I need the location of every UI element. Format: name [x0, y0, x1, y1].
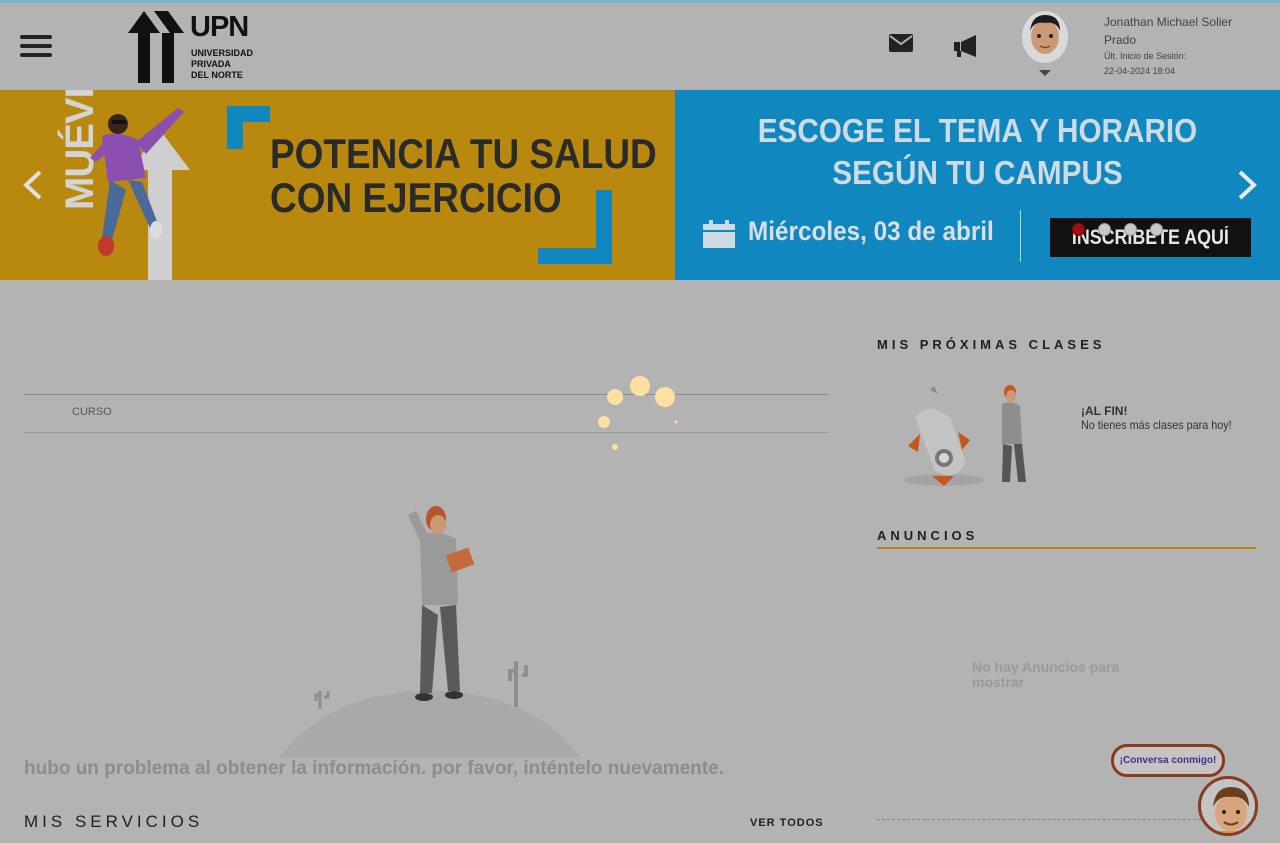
- decor-corner-bottom: [538, 190, 612, 264]
- carousel-dot[interactable]: [1098, 223, 1111, 236]
- banner-slide-left[interactable]: MUÉVETE POTENCIA TU SALUD CON EJERCICIO: [0, 90, 675, 280]
- calendar-icon: [703, 220, 735, 248]
- decor-corner-top: [227, 106, 270, 149]
- header: UPN UNIVERSIDAD PRIVADA DEL NORTE Jonath…: [0, 3, 1280, 90]
- logo-subtext: UNIVERSIDAD PRIVADA DEL NORTE: [191, 48, 254, 80]
- announcements-title: ANUNCIOS: [877, 528, 979, 543]
- section-divider: [877, 819, 1256, 820]
- services-title: MIS SERVICIOS: [24, 812, 204, 831]
- carousel-dots: [1072, 223, 1176, 241]
- no-announcements-text: No hay Anuncios para mostrar: [972, 659, 1120, 690]
- announcements-underline: [877, 547, 1256, 549]
- event-date: Miércoles, 03 de abril: [748, 216, 994, 246]
- chat-prompt-button[interactable]: ¡Conversa conmigo!: [1111, 744, 1225, 777]
- chevron-down-icon[interactable]: [1039, 70, 1051, 76]
- table-divider: [24, 432, 829, 433]
- logo-text: UPN: [190, 11, 249, 43]
- loading-spinner-icon: [598, 376, 678, 450]
- carousel-dot[interactable]: [1124, 223, 1137, 236]
- upn-logo[interactable]: UPN UNIVERSIDAD PRIVADA DEL NORTE: [128, 11, 258, 83]
- rocket-illustration: [904, 385, 1026, 486]
- carousel-dot[interactable]: [1150, 223, 1163, 236]
- see-all-link[interactable]: VER TODOS: [750, 817, 824, 829]
- banner-divider: [1020, 210, 1021, 262]
- chevron-left-icon[interactable]: [22, 170, 44, 200]
- megaphone-icon[interactable]: [952, 33, 980, 59]
- promo-carousel[interactable]: MUÉVETE POTENCIA TU SALUD CON EJERCICIO …: [0, 90, 1280, 280]
- mail-icon[interactable]: [888, 33, 914, 53]
- last-login-value: 22-04-2024 18:04: [1104, 66, 1176, 76]
- user-avatar[interactable]: [1022, 11, 1068, 63]
- course-column-header: CURSO: [72, 406, 112, 418]
- banner-right-headline: ESCOGE EL TEMA Y HORARIO SEGÚN TU CAMPUS: [757, 112, 1198, 191]
- upn-arrow-icon: [128, 11, 184, 83]
- chatbot-avatar[interactable]: [1198, 776, 1258, 836]
- no-classes-heading: ¡AL FIN!: [1081, 404, 1128, 418]
- menu-icon[interactable]: [20, 35, 52, 61]
- chevron-right-icon[interactable]: [1236, 170, 1258, 200]
- error-message: hubo un problema al obtener la informaci…: [24, 758, 724, 779]
- carousel-dot[interactable]: [1072, 223, 1085, 236]
- table-divider: [24, 394, 829, 395]
- user-name: Jonathan Michael Solier Prado: [1104, 15, 1233, 47]
- dancer-illustration: [90, 108, 184, 256]
- next-classes-title: MIS PRÓXIMAS CLASES: [877, 337, 1106, 352]
- no-classes-text: No tienes más clases para hoy!: [1081, 418, 1232, 432]
- empty-state-illustration: [280, 506, 580, 757]
- last-login-label: Últ. Inicio de Sesión:: [1104, 51, 1187, 61]
